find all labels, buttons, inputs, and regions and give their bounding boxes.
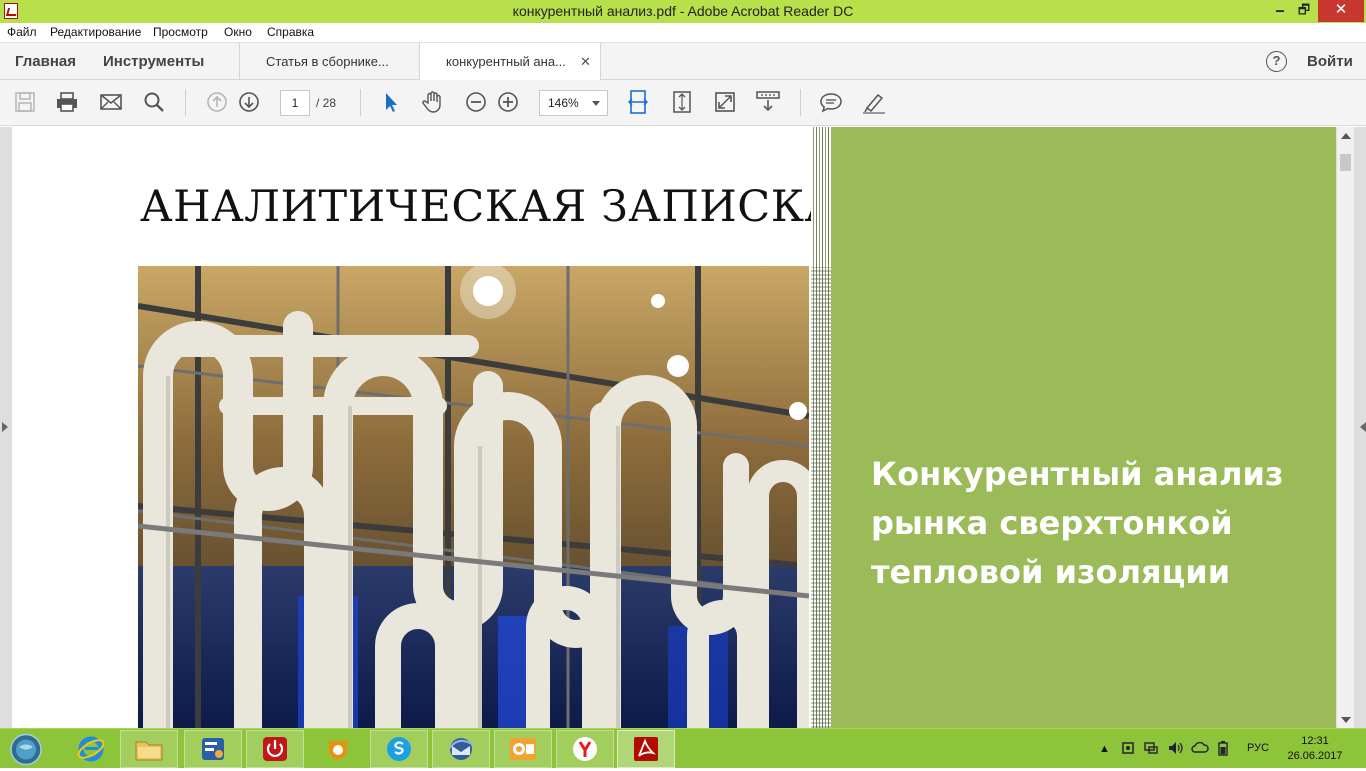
document-tab-label: конкурентный ана...: [446, 54, 566, 69]
print-icon[interactable]: [53, 88, 81, 116]
toolbar: 1 / 28 146%: [0, 80, 1366, 126]
decorative-border: [811, 127, 831, 728]
file-explorer-icon[interactable]: [120, 730, 178, 768]
scroll-up-icon[interactable]: [1341, 133, 1351, 139]
shutdown-icon[interactable]: [246, 730, 304, 768]
menu-bar: Файл Редактирование Просмотр Окно Справк…: [0, 23, 1366, 43]
cloud-sync-icon[interactable]: [1191, 740, 1209, 759]
select-cursor-icon[interactable]: [377, 88, 405, 116]
document-heading: АНАЛИТИЧЕСКАЯ ЗАПИСКА: [140, 182, 838, 232]
fit-page-icon[interactable]: [624, 88, 652, 116]
tab-home[interactable]: Главная: [15, 53, 76, 70]
avast-icon[interactable]: [309, 730, 367, 768]
control-panel-icon[interactable]: [184, 730, 242, 768]
hand-icon[interactable]: [419, 88, 447, 116]
menu-window[interactable]: Окно: [224, 25, 252, 39]
search-icon[interactable]: [140, 88, 168, 116]
email-icon[interactable]: [97, 88, 125, 116]
tab-bar: Главная Инструменты Статья в сборнике...…: [0, 43, 1366, 81]
document-tab-active[interactable]: конкурентный ана...: [419, 43, 601, 81]
document-subtitle: Конкурентный анализ рынка сверхтонкой те…: [871, 455, 1284, 591]
clock-date: 26.06.2017: [1287, 750, 1343, 762]
zoom-in-icon[interactable]: [494, 88, 522, 116]
expand-icon[interactable]: [711, 88, 739, 116]
document-viewer[interactable]: АНАЛИТИЧЕСКАЯ ЗАПИСКА Конкурентный анали…: [0, 127, 1366, 728]
minimize-button[interactable]: 🗕: [1268, 0, 1292, 22]
network-icon[interactable]: [1143, 740, 1159, 759]
zoom-out-icon[interactable]: [462, 88, 490, 116]
tab-tools[interactable]: Инструменты: [103, 53, 204, 70]
thunderbird-icon[interactable]: [432, 730, 490, 768]
page-down-icon[interactable]: [235, 88, 263, 116]
close-button[interactable]: ✕: [1318, 0, 1364, 22]
title-bar: конкурентный анализ.pdf - Adobe Acrobat …: [0, 0, 1366, 23]
internet-explorer-icon[interactable]: [62, 730, 120, 768]
input-language[interactable]: РУС: [1247, 742, 1269, 754]
network-share-icon[interactable]: [1120, 740, 1136, 759]
zoom-select[interactable]: 146%: [539, 90, 608, 116]
start-button[interactable]: [8, 733, 44, 766]
battery-icon[interactable]: [1216, 740, 1230, 759]
sign-in-link[interactable]: Войти: [1307, 53, 1353, 70]
page-up-icon[interactable]: [203, 88, 231, 116]
taskbar: ▲ РУС 12:31 26.06.2017: [0, 728, 1366, 768]
highlight-pen-icon[interactable]: [860, 88, 888, 116]
vertical-scrollbar[interactable]: [1337, 127, 1354, 728]
document-tab[interactable]: Статья в сборнике...: [239, 43, 419, 80]
clock-time: 12:31: [1301, 735, 1329, 747]
menu-file[interactable]: Файл: [7, 25, 37, 39]
outlook-icon[interactable]: [494, 730, 552, 768]
save-icon[interactable]: [11, 88, 39, 116]
document-tab-label: Статья в сборнике...: [266, 54, 389, 69]
comment-icon[interactable]: [817, 88, 845, 116]
acrobat-reader-icon[interactable]: [617, 730, 675, 768]
skype-icon[interactable]: [370, 730, 428, 768]
title-panel: Конкурентный анализ рынка сверхтонкой те…: [831, 127, 1336, 728]
show-hidden-icons[interactable]: ▲: [1099, 743, 1110, 755]
right-pane-toggle-icon[interactable]: [1355, 422, 1366, 432]
scroll-mode-icon[interactable]: [754, 88, 782, 116]
pdf-page: АНАЛИТИЧЕСКАЯ ЗАПИСКА Конкурентный анали…: [12, 127, 1336, 728]
maximize-button[interactable]: 🗗: [1292, 0, 1316, 22]
scroll-thumb[interactable]: [1340, 154, 1351, 171]
window-title: конкурентный анализ.pdf - Adobe Acrobat …: [512, 3, 854, 19]
full-screen-icon[interactable]: [668, 88, 696, 116]
help-icon[interactable]: ?: [1266, 51, 1287, 72]
page-number-input[interactable]: 1: [280, 90, 310, 116]
scroll-down-icon[interactable]: [1341, 717, 1351, 723]
close-tab-icon[interactable]: ✕: [580, 54, 591, 70]
yandex-browser-icon[interactable]: [556, 730, 614, 768]
volume-icon[interactable]: [1167, 740, 1183, 759]
menu-view[interactable]: Просмотр: [153, 25, 208, 39]
system-clock[interactable]: 12:31 26.06.2017: [1285, 734, 1345, 764]
cover-photo: [138, 266, 809, 728]
page-total: / 28: [316, 96, 337, 110]
menu-help[interactable]: Справка: [267, 25, 314, 39]
menu-edit[interactable]: Редактирование: [50, 25, 141, 39]
